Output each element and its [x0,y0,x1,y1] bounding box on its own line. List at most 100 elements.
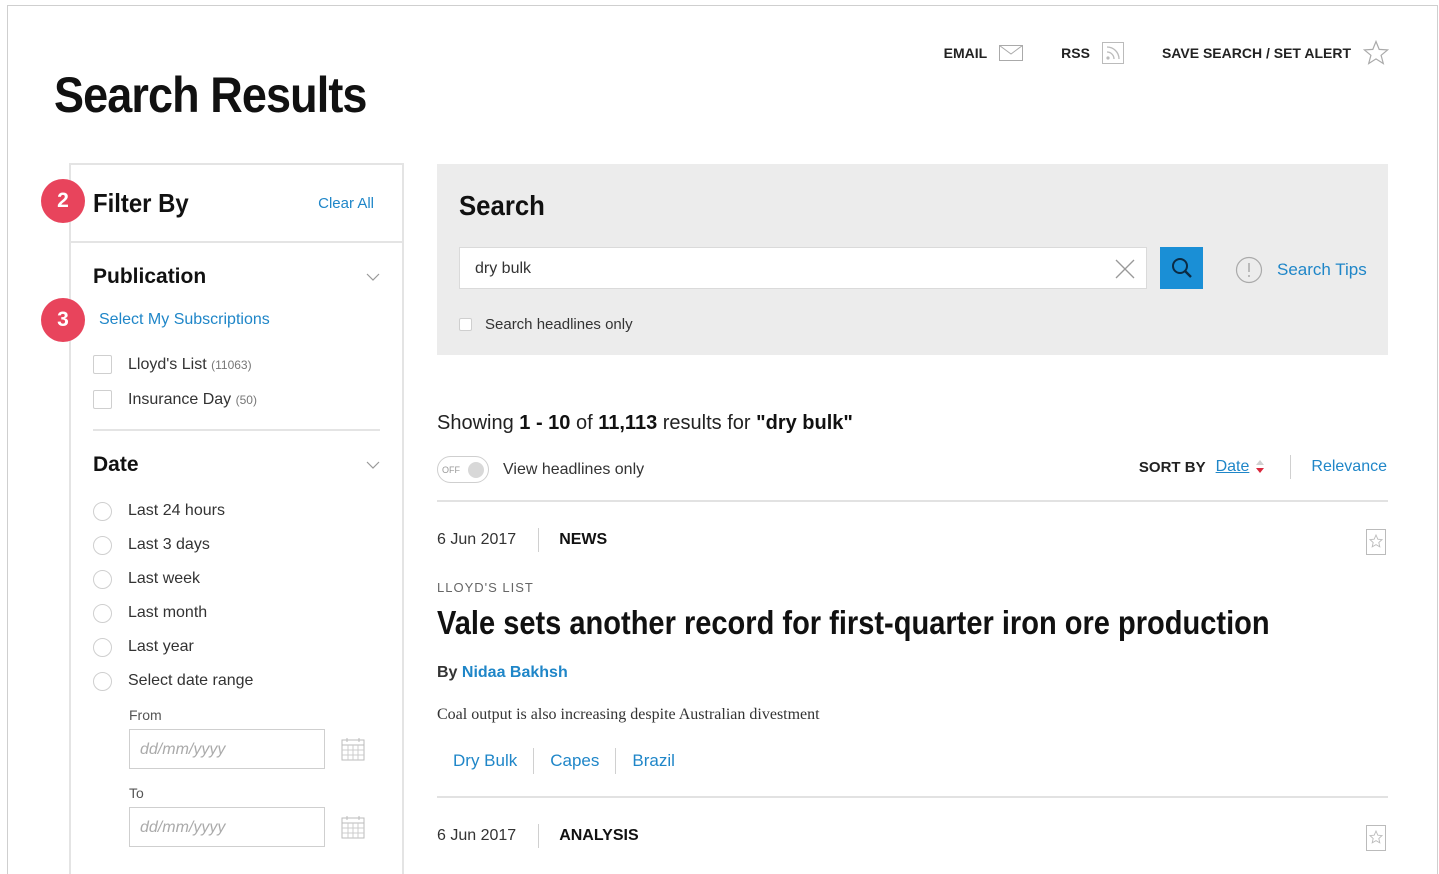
result-meta: 6 Jun 2017 NEWS [437,528,607,552]
search-headlines-label: Search headlines only [485,316,633,333]
result-summary: Coal output is also increasing despite A… [437,706,820,723]
sort-date-link[interactable]: Date [1216,458,1250,476]
close-icon[interactable] [1114,258,1136,280]
sort-controls: SORT BY Date Relevance [1139,455,1387,479]
date-header[interactable]: Date [93,453,380,477]
result-byline: By Nidaa Bakhsh [437,664,568,682]
publication-title: Publication [93,265,207,288]
bookmark-icon[interactable] [1366,825,1386,851]
rss-action[interactable]: RSS [1061,42,1124,64]
publication-section: Publication Select My Subscriptions Lloy… [71,243,402,431]
date-option-last-year[interactable]: Last year [93,637,380,657]
search-input[interactable]: dry bulk [459,247,1147,289]
info-icon [1235,256,1263,284]
results-divider [437,796,1388,798]
publication-item-insurance-day[interactable]: Insurance Day (50) [93,390,380,409]
select-subscriptions-link[interactable]: Select My Subscriptions [99,311,380,329]
from-label: From [129,707,162,723]
view-headlines-toggle[interactable]: OFF [437,456,489,483]
date-option-label: Last 3 days [128,536,210,553]
result-tags: Dry Bulk Capes Brazil [437,748,691,774]
result-source: LLOYD'S LIST [437,580,534,595]
view-headlines-toggle-row: OFF View headlines only [437,456,644,483]
to-date-row: dd/mm/yyyy [129,807,380,847]
rss-label: RSS [1061,45,1090,61]
clear-all-link[interactable]: Clear All [318,195,374,212]
calendar-icon[interactable] [341,815,365,839]
save-search-action[interactable]: SAVE SEARCH / SET ALERT [1162,40,1389,66]
sort-arrows-icon[interactable] [1254,458,1266,476]
tag-dry-bulk[interactable]: Dry Bulk [437,748,533,774]
date-option-label: Last year [128,638,194,655]
search-title: Search [459,190,545,221]
author-link[interactable]: Nidaa Bakhsh [462,664,568,681]
date-option-label: Last 24 hours [128,502,225,519]
toggle-state: OFF [442,464,460,475]
lloyds-list-checkbox[interactable] [93,355,112,374]
email-action[interactable]: EMAIL [944,45,1024,61]
tag-capes[interactable]: Capes [533,748,615,774]
publication-header[interactable]: Publication [93,265,380,289]
chevron-down-icon [366,273,380,281]
search-icon [1171,258,1192,278]
lloyds-list-label: Lloyd's List [128,355,207,373]
calendar-icon[interactable] [341,737,365,761]
result-date: 6 Jun 2017 [437,827,517,844]
date-option-select-range[interactable]: Select date range [93,671,380,691]
results-of: of [570,412,599,434]
date-option-label: Last month [128,604,208,621]
callout-badge-2: 2 [41,179,85,223]
save-search-label: SAVE SEARCH / SET ALERT [1161,45,1351,61]
sort-separator [1290,455,1292,479]
chevron-down-icon [366,461,380,469]
tag-brazil[interactable]: Brazil [615,748,691,774]
radio[interactable] [93,535,112,555]
results-for: results for [657,412,757,434]
date-option-last-week[interactable]: Last week [93,569,380,589]
results-range: 1 - 10 [519,412,571,434]
radio[interactable] [93,603,112,623]
results-divider [437,500,1388,502]
result-date: 6 Jun 2017 [437,531,517,548]
rss-icon [1101,42,1124,64]
search-headlines-checkbox[interactable] [459,318,472,331]
envelope-icon [999,45,1024,61]
top-actions: EMAIL RSS SAVE SEARCH / SET ALERT [944,40,1389,66]
search-tips[interactable]: Search Tips [1235,256,1367,284]
meta-separator [538,528,540,552]
results-total: 11,113 [598,412,658,434]
filter-header: Filter By Clear All [71,165,402,243]
result-type: NEWS [559,531,608,548]
result-headline[interactable]: Vale sets another record for first-quart… [437,604,1270,642]
date-option-label: Select date range [128,672,254,689]
byline-prefix: By [437,664,462,681]
showing-prefix: Showing [437,412,520,434]
search-button[interactable] [1160,247,1203,289]
date-option-label: Last week [128,570,201,587]
to-date-input[interactable]: dd/mm/yyyy [129,807,325,847]
search-headlines-only[interactable]: Search headlines only [459,316,633,333]
radio[interactable] [93,671,112,691]
to-label: To [129,785,144,801]
result-type: ANALYSIS [559,827,639,844]
date-option-last-3-days[interactable]: Last 3 days [93,535,380,555]
sort-relevance-link[interactable]: Relevance [1311,458,1387,476]
email-label: EMAIL [943,45,988,61]
insurance-day-checkbox[interactable] [93,390,112,409]
view-headlines-label: View headlines only [503,460,645,478]
search-tips-link[interactable]: Search Tips [1277,260,1367,280]
radio[interactable] [93,501,112,521]
insurance-day-label: Insurance Day [128,390,232,408]
date-option-last-month[interactable]: Last month [93,603,380,623]
results-summary: Showing 1 - 10 of 11,113 results for "dr… [437,412,853,435]
date-option-last-24-hours[interactable]: Last 24 hours [93,501,380,521]
result-meta: 6 Jun 2017 ANALYSIS [437,824,639,848]
search-query: dry bulk [475,260,532,277]
publication-item-lloyds-list[interactable]: Lloyd's List (11063) [93,355,380,374]
sort-by-label: SORT BY [1138,458,1206,476]
from-date-input[interactable]: dd/mm/yyyy [129,729,325,769]
radio[interactable] [93,569,112,589]
page-title: Search Results [54,67,367,123]
bookmark-icon[interactable] [1366,529,1386,555]
radio[interactable] [93,637,112,657]
